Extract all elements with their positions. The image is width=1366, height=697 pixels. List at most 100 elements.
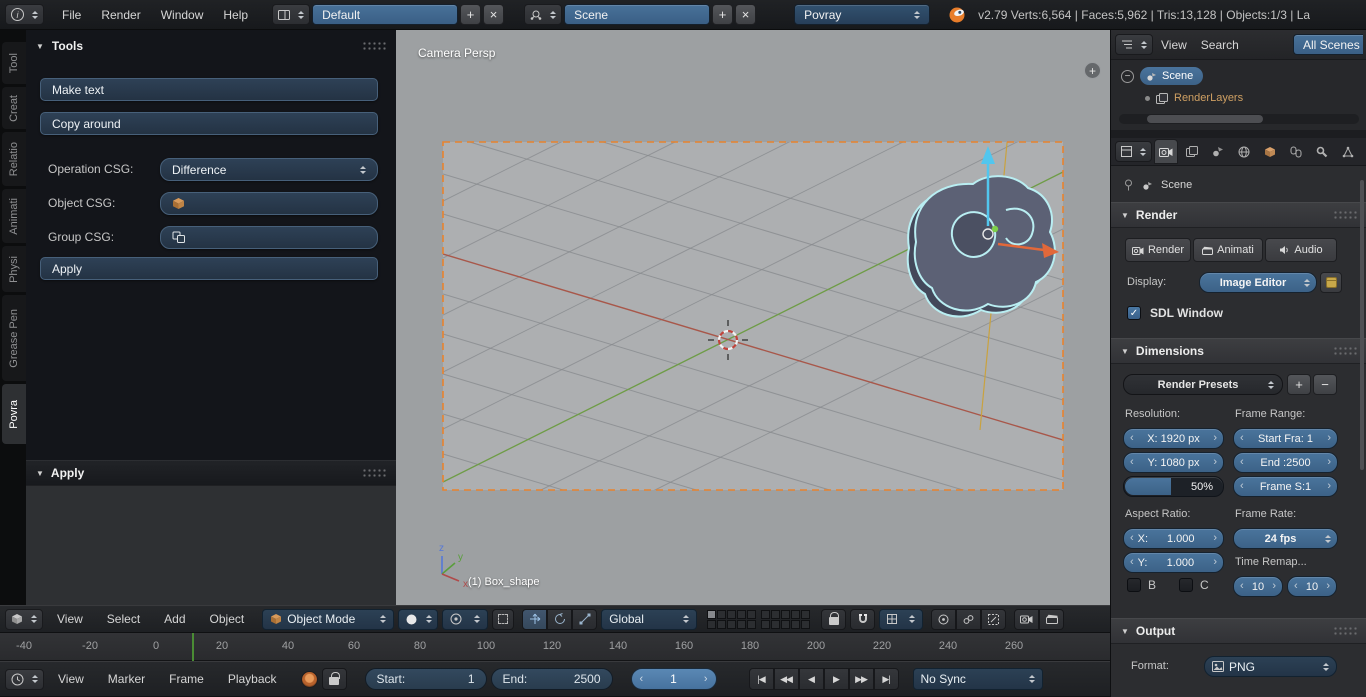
menu-window[interactable]: Window	[151, 0, 214, 29]
panel-grip-icon[interactable]	[362, 468, 386, 478]
output-panel-header[interactable]: ▼ Output	[1111, 618, 1366, 644]
group-csg-field[interactable]	[160, 226, 378, 249]
snap-toggle-button[interactable]	[850, 609, 875, 630]
browse-layouts-button[interactable]	[272, 4, 310, 25]
aspect-x-field[interactable]: ‹ X: 1.000 ›	[1123, 528, 1224, 549]
increment-arrow-icon[interactable]: ›	[1213, 557, 1217, 568]
add-preset-button[interactable]: +	[1287, 374, 1311, 395]
scene-tree-item[interactable]: Scene	[1140, 67, 1203, 85]
opengl-render-still-button[interactable]	[1014, 609, 1039, 630]
render-animation-button[interactable]: Animati	[1193, 238, 1263, 262]
resolution-x-field[interactable]: ‹ X: 1920 px ›	[1123, 428, 1224, 449]
tab-modifiers[interactable]	[1310, 139, 1334, 164]
frame-start-property-field[interactable]: ‹ Start Fra: 1 ›	[1233, 428, 1338, 449]
viewport-canvas[interactable]: z y x	[396, 30, 1110, 605]
copy-around-button[interactable]: Copy around	[40, 112, 378, 135]
keying-lock-button[interactable]	[322, 668, 347, 690]
increment-arrow-icon[interactable]: ›	[1213, 457, 1217, 468]
manipulator-y-handle[interactable]	[992, 226, 998, 232]
remove-preset-button[interactable]: −	[1313, 374, 1337, 395]
menu-render[interactable]: Render	[91, 0, 150, 29]
collapse-circle-icon[interactable]: −	[1121, 70, 1134, 83]
lock-interface-button[interactable]	[1320, 272, 1342, 293]
apply-button[interactable]: Apply	[40, 257, 378, 280]
tab-object-data[interactable]	[1336, 139, 1360, 164]
decrement-arrow-icon[interactable]: ‹	[1294, 581, 1298, 592]
render-presets-dropdown[interactable]: Render Presets	[1123, 374, 1283, 395]
tab-povray[interactable]: Povra	[2, 384, 26, 444]
tab-grease-pencil[interactable]: Grease Pen	[2, 295, 26, 381]
time-remap-old-field[interactable]: ‹ 10 ›	[1233, 576, 1283, 597]
tab-object[interactable]	[1258, 139, 1282, 164]
border-checkbox[interactable]	[1127, 578, 1141, 592]
decrement-arrow-icon[interactable]: ‹	[640, 674, 644, 685]
translate-manipulator-button[interactable]	[522, 609, 547, 630]
editor-type-button-properties[interactable]	[1115, 141, 1152, 162]
decrement-arrow-icon[interactable]: ‹	[1240, 481, 1244, 492]
panel-grip-icon[interactable]	[362, 41, 386, 51]
viewport-shading-dropdown[interactable]	[398, 609, 438, 630]
tab-physics[interactable]: Physi	[2, 246, 26, 292]
render-panel-header[interactable]: ▼ Render	[1111, 202, 1366, 228]
outliner-scope-dropdown[interactable]: All Scenes	[1293, 34, 1363, 55]
panel-grip-icon[interactable]	[1333, 210, 1357, 220]
increment-arrow-icon[interactable]: ›	[1327, 481, 1331, 492]
tab-world[interactable]	[1232, 139, 1256, 164]
render-still-button[interactable]: Render	[1125, 238, 1191, 262]
increment-arrow-icon[interactable]: ›	[1272, 581, 1276, 592]
crop-option[interactable]: C	[1179, 578, 1209, 592]
panel-grip-icon[interactable]	[1333, 626, 1357, 636]
pin-icon[interactable]	[1123, 179, 1134, 191]
tab-scene[interactable]	[1206, 139, 1230, 164]
decrement-arrow-icon[interactable]: ‹	[1130, 533, 1134, 544]
menu-object[interactable]: Object	[200, 606, 255, 632]
decrement-arrow-icon[interactable]: ‹	[1130, 557, 1134, 568]
frame-start-field[interactable]: Start: 1	[365, 668, 487, 690]
operation-csg-dropdown[interactable]: Difference	[160, 158, 378, 181]
current-frame-field[interactable]: ‹ 1 ›	[631, 668, 717, 690]
resolution-percentage-slider[interactable]: 50%	[1123, 476, 1224, 497]
menu-select[interactable]: Select	[97, 606, 150, 632]
scene-name-field[interactable]: Scene	[564, 4, 710, 25]
outliner-scrollbar-handle[interactable]	[1147, 115, 1263, 123]
scale-manipulator-button[interactable]	[572, 609, 597, 630]
frame-step-field[interactable]: ‹ Frame S:1 ›	[1233, 476, 1338, 497]
layers-widget[interactable]	[707, 610, 812, 629]
resolution-y-field[interactable]: ‹ Y: 1080 px ›	[1123, 452, 1224, 473]
decrement-arrow-icon[interactable]: ‹	[1240, 457, 1244, 468]
screen-layout-name-field[interactable]: Default	[312, 4, 458, 25]
crop-checkbox[interactable]	[1179, 578, 1193, 592]
increment-arrow-icon[interactable]: ›	[704, 674, 708, 685]
mode-dropdown[interactable]: Object Mode	[262, 609, 394, 630]
decrement-arrow-icon[interactable]: ‹	[1130, 457, 1134, 468]
transform-orientation-dropdown[interactable]: Global	[601, 609, 697, 630]
frame-end-property-field[interactable]: ‹ End :2500 ›	[1233, 452, 1338, 473]
increment-arrow-icon[interactable]: ›	[1213, 533, 1217, 544]
tab-constraints[interactable]	[1284, 139, 1308, 164]
render-audio-button[interactable]: Audio	[1265, 238, 1337, 262]
browse-scenes-button[interactable]	[524, 4, 562, 25]
make-text-button[interactable]: Make text	[40, 78, 378, 101]
aspect-y-field[interactable]: ‹ Y: 1.000 ›	[1123, 552, 1224, 573]
add-layout-button[interactable]: +	[460, 4, 481, 25]
increment-arrow-icon[interactable]: ›	[1213, 433, 1217, 444]
sdl-checkbox[interactable]: ✓	[1127, 306, 1141, 320]
editor-type-button-outliner[interactable]	[1115, 34, 1153, 55]
tab-render[interactable]	[1154, 139, 1178, 164]
next-keyframe-button[interactable]: ▶▶	[849, 668, 874, 690]
proportional-edit-button[interactable]	[931, 609, 956, 630]
outliner-row-scene[interactable]: − Scene	[1111, 66, 1366, 86]
render-engine-dropdown[interactable]: Povray	[794, 4, 930, 25]
menu-file[interactable]: File	[52, 0, 91, 29]
border-option[interactable]: B	[1127, 578, 1156, 592]
properties-scrollbar[interactable]	[1360, 180, 1364, 470]
tab-render-layers[interactable]	[1180, 139, 1204, 164]
rotate-manipulator-button[interactable]	[547, 609, 572, 630]
menu-marker[interactable]: Marker	[98, 662, 155, 696]
editor-type-button-info[interactable]: i	[5, 4, 44, 25]
auto-keyframe-record-button[interactable]	[301, 671, 318, 688]
increment-arrow-icon[interactable]: ›	[1326, 581, 1330, 592]
tab-tools[interactable]: Tool	[2, 42, 26, 84]
menu-playback[interactable]: Playback	[218, 662, 287, 696]
increment-arrow-icon[interactable]: ›	[1327, 433, 1331, 444]
